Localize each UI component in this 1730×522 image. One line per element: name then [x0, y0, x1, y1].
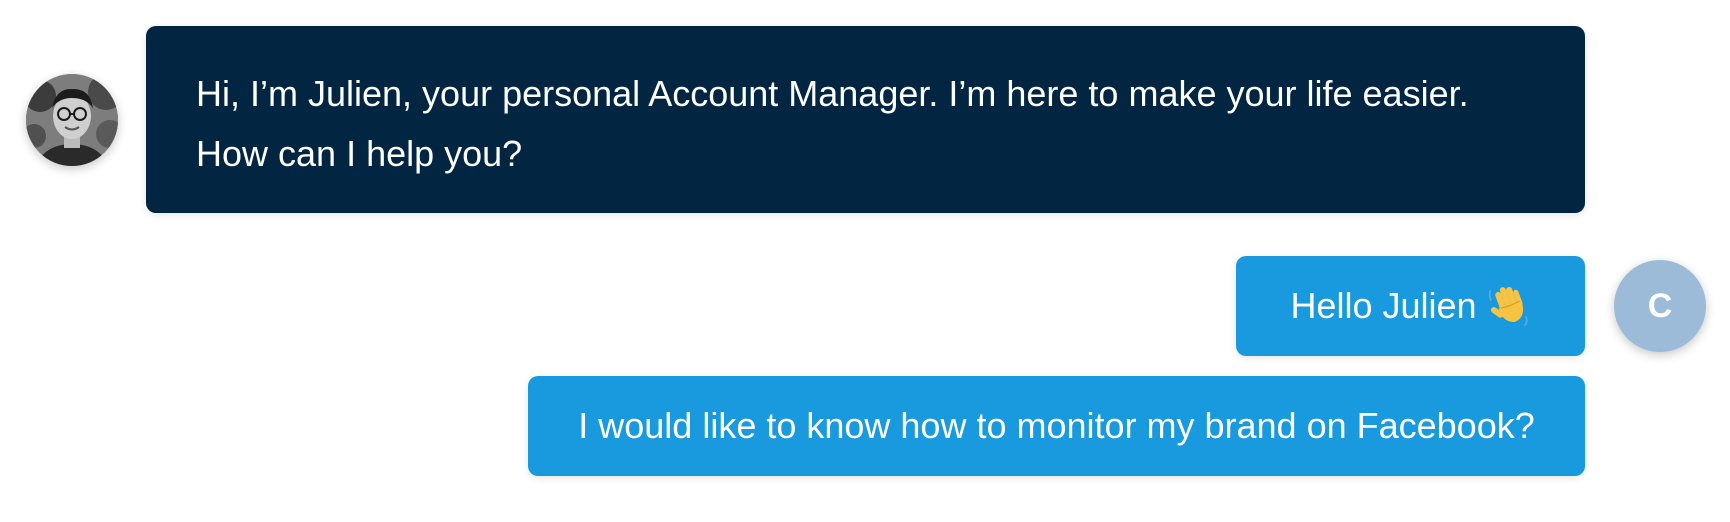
chat-conversation: Hi, I’m Julien, your personal Account Ma…: [0, 0, 1730, 522]
agent-message-line: Hi, I’m Julien, your personal Account Ma…: [196, 73, 1469, 114]
user-message-bubble: I would like to know how to monitor my b…: [528, 376, 1585, 476]
agent-photo-avatar-icon: [26, 74, 118, 166]
agent-message-line: How can I help you?: [196, 133, 523, 174]
user-avatar-initial: C: [1647, 287, 1673, 325]
waving-hand-icon: [1487, 283, 1531, 327]
user-message-text: I would like to know how to monitor my b…: [578, 405, 1535, 446]
user-avatar: C: [1614, 260, 1706, 352]
agent-avatar: [26, 74, 118, 166]
user-message-bubble: Hello Julien: [1236, 256, 1585, 356]
user-message-text: Hello Julien: [1290, 285, 1477, 326]
agent-message-bubble: Hi, I’m Julien, your personal Account Ma…: [146, 26, 1585, 213]
